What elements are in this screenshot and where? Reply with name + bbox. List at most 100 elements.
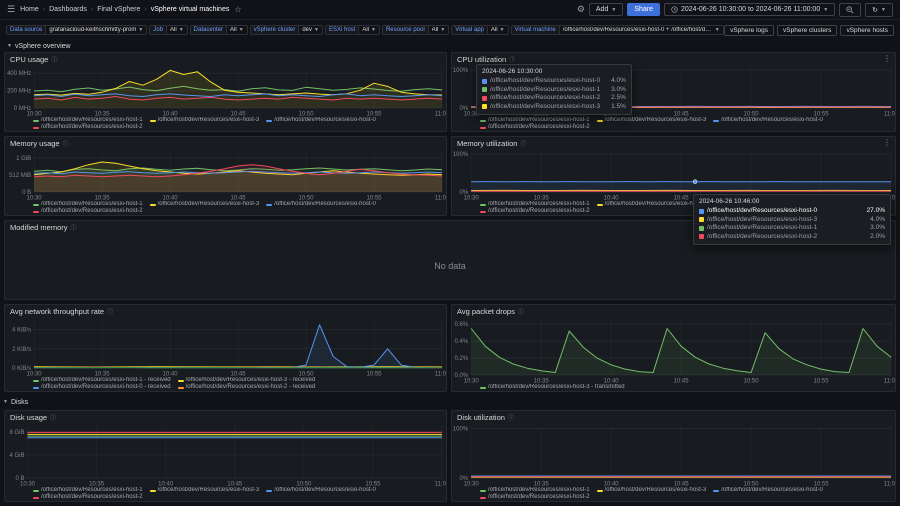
variable-resource-pool[interactable]: Resource poolAll▼ bbox=[382, 25, 449, 35]
variable-value-dropdown[interactable]: All▼ bbox=[166, 25, 188, 35]
legend-item[interactable]: /office/host/dev/Resources/esxi-host-1 bbox=[480, 201, 590, 208]
panel-menu-icon[interactable]: ⋮ bbox=[883, 138, 891, 148]
panel-header[interactable]: Avg packet drops ⓘ bbox=[452, 305, 895, 317]
row-vsphere-overview[interactable]: ▼ vSphere overview bbox=[0, 40, 900, 52]
panel-header[interactable]: Memory utilization ⓘ bbox=[452, 137, 895, 149]
vsphere-hosts-button[interactable]: vSphere hosts bbox=[840, 25, 894, 36]
panel-header[interactable]: Avg network throughput rate ⓘ bbox=[5, 305, 446, 317]
menu-icon[interactable]: ☰ bbox=[7, 4, 15, 15]
panel-title[interactable]: Disk usage bbox=[10, 413, 47, 422]
variable-value-dropdown[interactable]: All▼ bbox=[428, 25, 450, 35]
row-disks[interactable]: ▼ Disks bbox=[0, 396, 31, 408]
variable-value-dropdown[interactable]: /office/host/dev/Resources/esxi-host-0 +… bbox=[559, 25, 724, 35]
disk-utilization-chart[interactable]: 0%100%10:3010:3510:4010:4510:5010:5511:0… bbox=[452, 423, 895, 487]
panel-header[interactable]: Disk utilization ⓘ bbox=[452, 411, 895, 423]
svg-text:400 MHz: 400 MHz bbox=[7, 71, 31, 77]
panel-title[interactable]: CPU usage bbox=[10, 55, 48, 64]
legend-item[interactable]: /office/host/dev/Resources/esxi-host-1 bbox=[480, 487, 590, 494]
variable-value-dropdown[interactable]: grafanacloud-keithschmitty-prom▼ bbox=[45, 25, 147, 35]
legend-item[interactable]: /office/host/dev/Resources/esxi-host-1 -… bbox=[33, 377, 171, 384]
variable-vsphere-cluster[interactable]: vSphere clusterdev▼ bbox=[250, 25, 323, 35]
breadcrumb-separator: › bbox=[43, 6, 45, 13]
legend-item[interactable]: /office/host/dev/Resources/esxi-host-1 bbox=[33, 201, 143, 208]
variable-value-dropdown[interactable]: dev▼ bbox=[298, 25, 323, 35]
svg-text:10:40: 10:40 bbox=[163, 372, 179, 378]
svg-text:0.6%: 0.6% bbox=[455, 322, 469, 328]
legend-item[interactable]: /office/host/dev/Resources/esxi-host-3 bbox=[597, 201, 707, 208]
panel-title[interactable]: Avg network throughput rate bbox=[10, 307, 104, 316]
panel-header[interactable]: CPU usage ⓘ bbox=[5, 53, 446, 65]
legend-item[interactable]: /office/host/dev/Resources/esxi-host-1 bbox=[33, 487, 143, 494]
panel-title[interactable]: Memory usage bbox=[10, 139, 60, 148]
legend-item[interactable]: /office/host/dev/Resources/esxi-host-2 bbox=[33, 208, 143, 215]
legend: /office/host/dev/Resources/esxi-host-1/o… bbox=[5, 487, 446, 501]
svg-text:2 KiB/s: 2 KiB/s bbox=[12, 347, 31, 353]
memory-usage-chart[interactable]: 0 B512 MiB1 GiB10:3010:3510:4010:4510:50… bbox=[5, 149, 446, 201]
legend-item[interactable]: /office/host/dev/Resources/esxi-host-2 bbox=[33, 494, 143, 501]
legend-item[interactable]: /office/host/dev/Resources/esxi-host-2 bbox=[33, 124, 143, 131]
panel-title[interactable]: Avg packet drops bbox=[457, 307, 515, 316]
breadcrumb-folder[interactable]: Final vSphere bbox=[97, 6, 140, 13]
panel-title[interactable]: Modified memory bbox=[10, 223, 68, 232]
legend-item[interactable]: /office/host/dev/Resources/esxi-host-0 bbox=[266, 487, 376, 494]
share-button[interactable]: Share bbox=[627, 3, 660, 16]
panel-menu-icon[interactable]: ⋮ bbox=[883, 54, 891, 64]
gear-icon[interactable]: ⚙ bbox=[577, 5, 585, 14]
time-range-picker[interactable]: 2024-06-26 10:30:00 to 2024-06-26 11:00:… bbox=[664, 3, 835, 16]
add-button[interactable]: Add▼ bbox=[589, 3, 623, 16]
svg-text:8 GiB: 8 GiB bbox=[9, 430, 24, 436]
svg-text:10:50: 10:50 bbox=[744, 379, 760, 385]
legend-item[interactable]: /office/host/dev/Resources/esxi-host-3 bbox=[597, 487, 707, 494]
variable-job[interactable]: JobAll▼ bbox=[149, 25, 187, 35]
legend-item[interactable]: /office/host/dev/Resources/esxi-host-2 bbox=[480, 208, 590, 215]
breadcrumb-home[interactable]: Home bbox=[20, 6, 39, 13]
star-icon[interactable]: ☆ bbox=[234, 5, 241, 14]
legend-item[interactable]: /office/host/dev/Resources/esxi-host-1 bbox=[480, 117, 590, 124]
panel-header[interactable]: Memory usage ⓘ bbox=[5, 137, 446, 149]
vsphere-logs-button[interactable]: vSphere logs bbox=[724, 25, 774, 36]
panel-title[interactable]: Disk utilization bbox=[457, 413, 505, 422]
svg-text:10:55: 10:55 bbox=[367, 372, 383, 378]
variable-value-dropdown[interactable]: All▼ bbox=[226, 25, 248, 35]
panel-header[interactable]: Disk usage ⓘ bbox=[5, 411, 446, 423]
series-swatch bbox=[178, 380, 184, 382]
svg-text:10:55: 10:55 bbox=[367, 196, 383, 202]
legend-item[interactable]: /office/host/dev/Resources/esxi-host-2 bbox=[480, 124, 590, 131]
zoom-out-icon bbox=[846, 6, 854, 14]
refresh-button[interactable]: ↻ ▼ bbox=[865, 3, 893, 17]
cpu-usage-chart[interactable]: 0 MHz200 MHz400 MHz10:3010:3510:4010:451… bbox=[5, 65, 446, 117]
legend-item[interactable]: /office/host/dev/Resources/esxi-host-0 bbox=[713, 487, 823, 494]
legend-item[interactable]: /office/host/dev/Resources/esxi-host-0 -… bbox=[33, 384, 171, 391]
svg-text:10:35: 10:35 bbox=[534, 482, 550, 488]
legend-item[interactable]: /office/host/dev/Resources/esxi-host-3 bbox=[597, 117, 707, 124]
variable-data-source[interactable]: Data sourcegrafanacloud-keithschmitty-pr… bbox=[6, 25, 147, 35]
variable-datacenter[interactable]: DatacenterAll▼ bbox=[190, 25, 248, 35]
network-throughput-chart[interactable]: 0 KiB/s2 KiB/s4 KiB/s10:3010:3510:4010:4… bbox=[5, 317, 446, 377]
panel-title[interactable]: CPU utilization bbox=[457, 55, 506, 64]
packet-drops-chart[interactable]: 0.0%0.2%0.4%0.6%10:3010:3510:4010:4510:5… bbox=[452, 317, 895, 384]
legend-item[interactable]: /office/host/dev/Resources/esxi-host-2 bbox=[480, 494, 590, 501]
zoom-out-button[interactable] bbox=[839, 3, 861, 17]
svg-text:11:00: 11:00 bbox=[435, 372, 446, 378]
legend-item[interactable]: /office/host/dev/Resources/esxi-host-0 bbox=[266, 201, 376, 208]
variable-value-dropdown[interactable]: All▼ bbox=[358, 25, 380, 35]
legend-item[interactable]: /office/host/dev/Resources/esxi-host-0 bbox=[713, 117, 823, 124]
legend-item[interactable]: /office/host/dev/Resources/esxi-host-3 bbox=[150, 487, 260, 494]
variable-esxi-host[interactable]: ESXi hostAll▼ bbox=[325, 25, 380, 35]
disk-usage-chart[interactable]: 0 B4 GiB8 GiB10:3010:3510:4010:4510:5010… bbox=[5, 423, 446, 487]
legend-item[interactable]: /office/host/dev/Resources/esxi-host-2 -… bbox=[178, 384, 316, 391]
variable-virtual-app[interactable]: Virtual appAll▼ bbox=[451, 25, 508, 35]
panel-title[interactable]: Memory utilization bbox=[457, 139, 517, 148]
legend-item[interactable]: /office/host/dev/Resources/esxi-host-3 -… bbox=[178, 377, 316, 384]
legend-item[interactable]: /office/host/dev/Resources/esxi-host-1 bbox=[33, 117, 143, 124]
legend-item[interactable]: /office/host/dev/Resources/esxi-host-3 bbox=[150, 201, 260, 208]
legend-item[interactable]: /office/host/dev/Resources/esxi-host-3 bbox=[150, 117, 260, 124]
variable-virtual-machine[interactable]: Virtual machine/office/host/dev/Resource… bbox=[511, 25, 724, 35]
breadcrumb-dashboards[interactable]: Dashboards bbox=[49, 6, 87, 13]
variable-value-dropdown[interactable]: All▼ bbox=[487, 25, 509, 35]
legend: /office/host/dev/Resources/esxi-host-1/o… bbox=[5, 117, 446, 131]
vsphere-clusters-button[interactable]: vSphere clusters bbox=[777, 25, 837, 36]
legend-item[interactable]: /office/host/dev/Resources/esxi-host-0 bbox=[266, 117, 376, 124]
row-title: Disks bbox=[11, 399, 28, 406]
legend-item[interactable]: /office/host/dev/Resources/esxi-host-3 -… bbox=[480, 384, 625, 391]
